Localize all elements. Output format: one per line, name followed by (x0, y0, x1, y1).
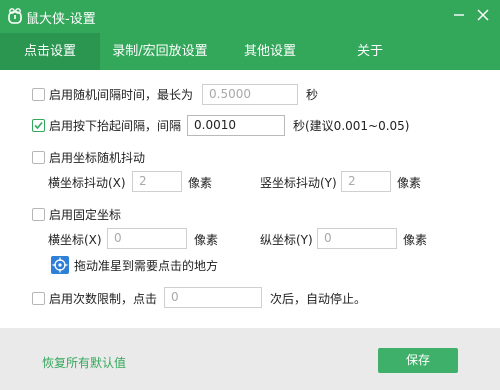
tab-click-settings[interactable]: 点击设置 (0, 33, 100, 70)
tab-bar: 点击设置 录制/宏回放设置 其他设置 关于 (0, 33, 500, 70)
tab-about[interactable]: 关于 (320, 33, 420, 70)
save-button[interactable]: 保存 (378, 348, 458, 373)
title-bar: 鼠大侠-设置 (0, 0, 500, 33)
jitter-y-unit: 像素 (397, 176, 422, 190)
crosshair-target-icon[interactable] (51, 256, 69, 274)
restore-defaults-link[interactable]: 恢复所有默认值 (42, 354, 126, 371)
click-limit-checkbox[interactable] (32, 292, 45, 305)
click-limit-suffix: 次后，自动停止。 (270, 292, 367, 306)
press-interval-unit: 秒(建议0.001~0.05) (293, 119, 410, 133)
minimize-icon[interactable] (452, 8, 466, 22)
jitter-y-label: 竖坐标抖动(Y) (260, 176, 337, 190)
click-limit-label: 启用次数限制，点击 (49, 292, 158, 306)
fixed-coord-label: 启用固定坐标 (49, 208, 122, 222)
press-interval-label: 启用按下抬起间隔，间隔 (49, 119, 182, 133)
coord-jitter-checkbox[interactable] (32, 151, 45, 164)
jitter-x-unit: 像素 (188, 176, 213, 190)
fixed-x-input[interactable]: 0 (107, 228, 187, 249)
random-interval-label: 启用随机间隔时间，最长为 (49, 88, 194, 102)
press-interval-checkbox[interactable] (32, 119, 45, 132)
drag-crosshair-hint: 拖动准星到需要点击的地方 (74, 259, 219, 273)
fixed-y-input[interactable]: 0 (317, 228, 397, 249)
press-interval-input[interactable]: 0.0010 (187, 115, 285, 136)
app-logo-icon (8, 8, 22, 24)
tab-other-settings[interactable]: 其他设置 (220, 33, 320, 70)
checkmark-icon (34, 121, 43, 130)
coord-jitter-label: 启用坐标随机抖动 (49, 151, 146, 165)
window-title: 鼠大侠-设置 (26, 12, 96, 27)
tab-record-playback-settings[interactable]: 录制/宏回放设置 (100, 33, 220, 70)
jitter-y-input[interactable]: 2 (341, 171, 391, 192)
click-limit-input[interactable]: 0 (164, 287, 262, 308)
random-interval-unit: 秒 (306, 88, 319, 102)
close-icon[interactable] (476, 8, 490, 22)
fixed-y-label: 纵坐标(Y) (260, 233, 313, 247)
fixed-x-unit: 像素 (194, 233, 219, 247)
fixed-coord-checkbox[interactable] (32, 208, 45, 221)
jitter-x-label: 横坐标抖动(X) (48, 176, 126, 190)
random-interval-checkbox[interactable] (32, 88, 45, 101)
random-interval-input[interactable]: 0.5000 (202, 84, 298, 105)
fixed-x-label: 横坐标(X) (48, 233, 102, 247)
fixed-y-unit: 像素 (403, 233, 428, 247)
jitter-x-input[interactable]: 2 (132, 171, 182, 192)
